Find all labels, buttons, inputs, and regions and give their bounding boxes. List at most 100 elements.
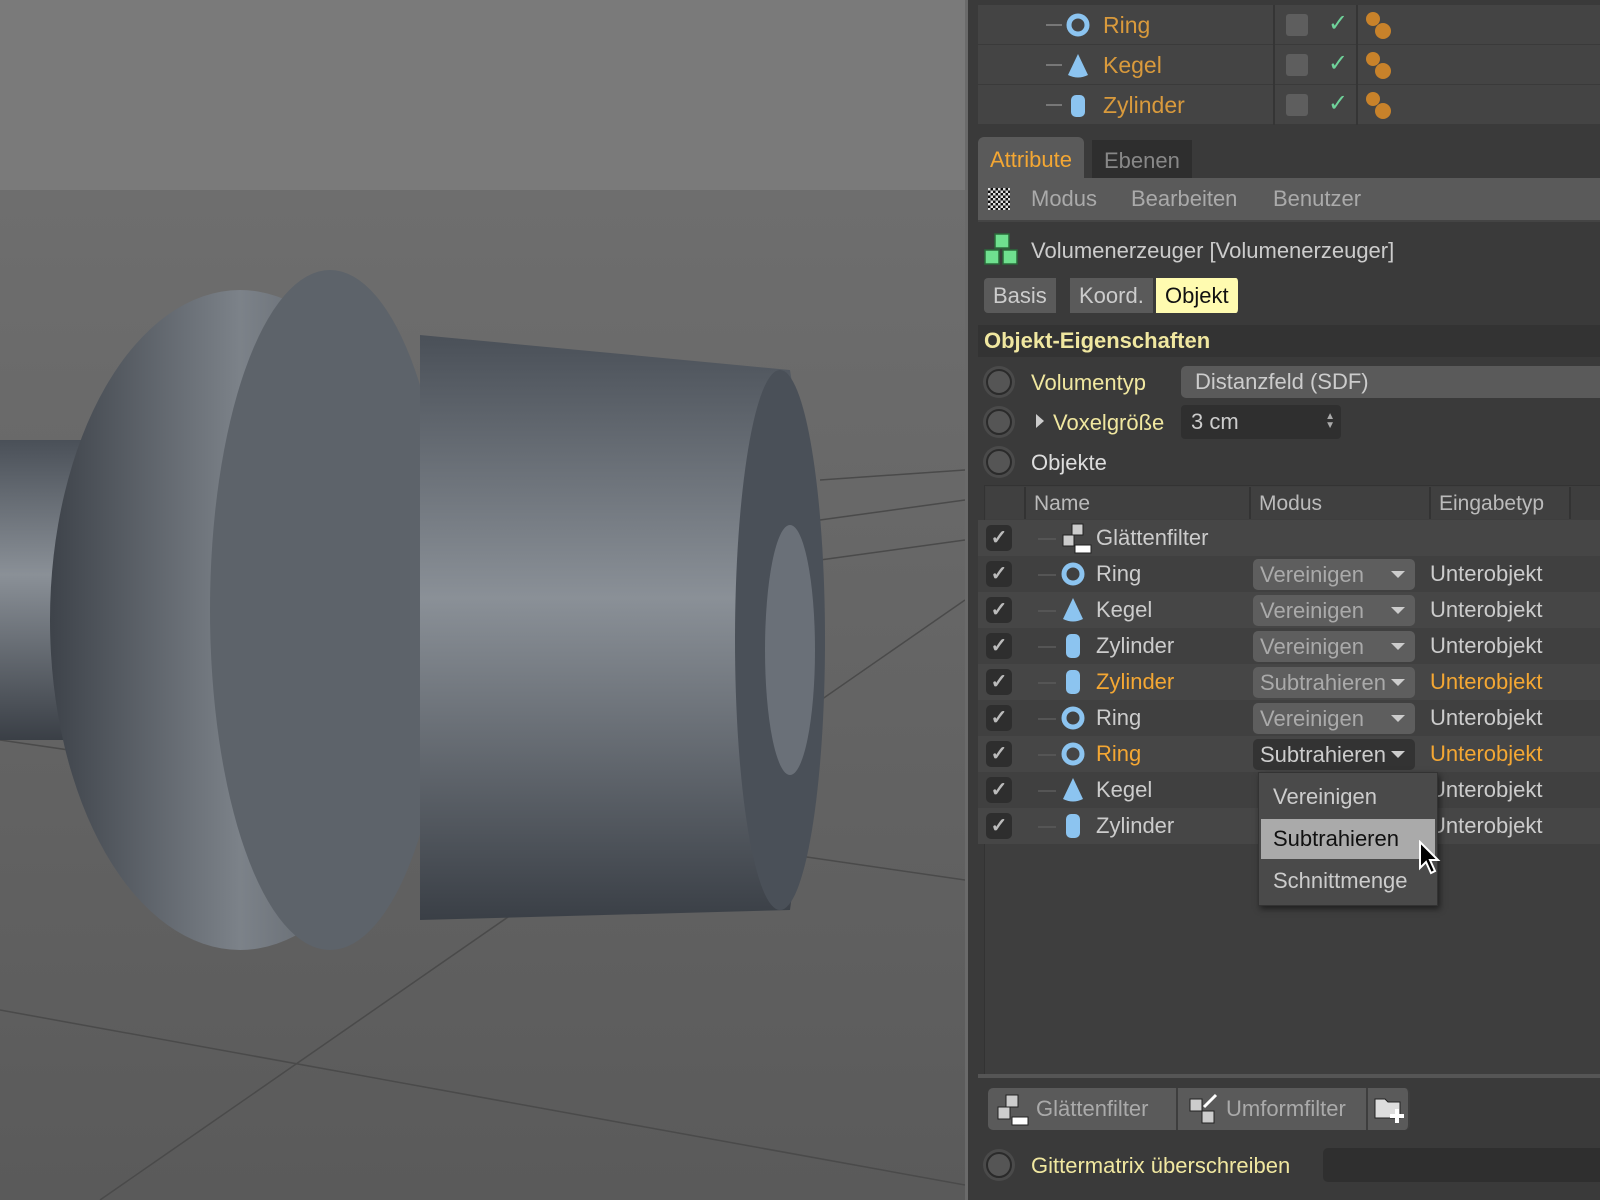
voxel-label: Voxelgröße: [1053, 410, 1165, 435]
input-type: Unterobjekt: [1430, 777, 1543, 802]
input-type: Unterobjekt: [1430, 669, 1543, 694]
modus-dropdown[interactable]: Subtrahieren: [1253, 739, 1415, 770]
object-row-zylinder[interactable]: Zylinder ✓: [978, 85, 1600, 125]
list-row[interactable]: ✓ Ring Vereinigen Unterobjekt: [978, 556, 1600, 592]
add-folder-button[interactable]: [1368, 1088, 1410, 1130]
add-smooth-filter-button[interactable]: Glättenfilter: [988, 1088, 1178, 1130]
3d-viewport[interactable]: [0, 0, 965, 1200]
dropdown-option-schnittmenge[interactable]: Schnittmenge: [1261, 861, 1435, 901]
list-row[interactable]: ✓ Zylinder Subtrahieren Unterobjekt: [978, 664, 1600, 700]
voxel-input[interactable]: 3 cm ▲ ▼: [1181, 405, 1341, 439]
visibility-toggle[interactable]: [1286, 94, 1308, 116]
modus-dropdown[interactable]: Vereinigen: [1253, 595, 1415, 626]
enabled-checkbox[interactable]: ✓: [986, 705, 1012, 731]
object-row-kegel[interactable]: Kegel ✓: [978, 45, 1600, 85]
subtab-koord[interactable]: Koord.: [1070, 278, 1155, 313]
animate-radio[interactable]: [986, 369, 1012, 395]
material-tag-icon[interactable]: [1363, 9, 1393, 43]
right-panel: Ring ✓ Kegel ✓ Zylinder ✓ Attribute Eben…: [965, 0, 1600, 1200]
input-type: Unterobjekt: [1430, 633, 1543, 658]
section-header: Objekt-Eigenschaften: [978, 325, 1600, 357]
objekte-label: Objekte: [1031, 450, 1107, 475]
list-item-name: Zylinder: [1096, 633, 1175, 658]
list-item-name: Zylinder: [1096, 669, 1175, 694]
tree-line: [1038, 610, 1056, 612]
deform-filter-icon: [1189, 1093, 1218, 1124]
material-tag-icon[interactable]: [1363, 89, 1393, 123]
list-row[interactable]: ✓ Kegel Vereinigen Unterobjekt: [978, 592, 1600, 628]
add-deform-filter-button[interactable]: Umformfilter: [1178, 1088, 1368, 1130]
modus-value: Vereinigen: [1260, 562, 1364, 587]
chevron-down-icon: [1391, 679, 1405, 686]
grip-icon[interactable]: [988, 188, 1010, 210]
gittermatrix-link-field[interactable]: [1323, 1148, 1600, 1182]
modus-dropdown[interactable]: Vereinigen: [1253, 703, 1415, 734]
volumentyp-select[interactable]: Distanzfeld (SDF): [1181, 366, 1600, 398]
material-tag-icon[interactable]: [1363, 49, 1393, 83]
enabled-checkbox[interactable]: ✓: [986, 741, 1012, 767]
tab-ebenen[interactable]: Ebenen: [1092, 140, 1192, 178]
enabled-checkbox[interactable]: ✓: [986, 561, 1012, 587]
menu-bearbeiten[interactable]: Bearbeiten: [1131, 186, 1237, 212]
tab-attribute[interactable]: Attribute: [978, 137, 1084, 179]
enabled-check-icon[interactable]: ✓: [1328, 49, 1348, 78]
dropdown-option-vereinigen[interactable]: Vereinigen: [1261, 777, 1435, 817]
menu-modus[interactable]: Modus: [1031, 186, 1097, 212]
enabled-checkbox[interactable]: ✓: [986, 525, 1012, 551]
visibility-toggle[interactable]: [1286, 14, 1308, 36]
list-row[interactable]: ✓ Zylinder Vereinigen Unterobjekt: [978, 628, 1600, 664]
enabled-checkbox[interactable]: ✓: [986, 777, 1012, 803]
animate-radio[interactable]: [986, 409, 1012, 435]
subtab-objekt[interactable]: Objekt: [1156, 278, 1240, 313]
stepper-icon[interactable]: ▲ ▼: [1325, 412, 1335, 431]
cylinder-hole: [765, 525, 815, 775]
object-name: Kegel: [1103, 52, 1162, 78]
tree-line: [1038, 754, 1056, 756]
enabled-check-icon[interactable]: ✓: [1328, 89, 1348, 118]
list-row[interactable]: ✓ Glättenfilter: [978, 520, 1600, 556]
modus-dropdown[interactable]: Subtrahieren: [1253, 667, 1415, 698]
enabled-checkbox[interactable]: ✓: [986, 633, 1012, 659]
modus-value: Vereinigen: [1260, 706, 1364, 731]
volume-builder-icon: [984, 233, 1018, 265]
subtab-basis[interactable]: Basis: [984, 278, 1058, 313]
modus-dropdown[interactable]: Vereinigen: [1253, 559, 1415, 590]
tree-line: [1038, 682, 1056, 684]
ring-icon: [1066, 13, 1090, 37]
enabled-checkbox[interactable]: ✓: [986, 813, 1012, 839]
tree-line: [1038, 826, 1056, 828]
chevron-down-icon: [1391, 571, 1405, 578]
modus-value: Subtrahieren: [1260, 670, 1386, 695]
cylinder-icon: [1071, 95, 1085, 117]
list-row[interactable]: ✓ Ring Vereinigen Unterobjekt: [978, 700, 1600, 736]
menu-benutzer[interactable]: Benutzer: [1273, 186, 1361, 212]
animate-radio[interactable]: [986, 449, 1012, 475]
tree-line: [1038, 718, 1056, 720]
column-header-modus[interactable]: Modus: [1251, 487, 1431, 519]
cone-icon: [1060, 595, 1086, 631]
enabled-checkbox[interactable]: ✓: [986, 597, 1012, 623]
list-item-name: Kegel: [1096, 777, 1153, 802]
modus-dropdown-menu: Vereinigen Subtrahieren Schnittmenge: [1258, 772, 1438, 906]
object-row-ring[interactable]: Ring ✓: [978, 5, 1600, 45]
animate-radio[interactable]: [986, 1152, 1012, 1178]
column-header-eingabetyp[interactable]: Eingabetyp: [1431, 487, 1571, 519]
input-type: Unterobjekt: [1430, 813, 1543, 838]
column-header-name[interactable]: Name: [1026, 487, 1251, 519]
dropdown-option-subtrahieren[interactable]: Subtrahieren: [1261, 819, 1435, 859]
enabled-check-icon[interactable]: ✓: [1328, 9, 1348, 38]
list-item-name: Zylinder: [1096, 813, 1175, 838]
modus-dropdown[interactable]: Vereinigen: [1253, 631, 1415, 662]
enabled-checkbox[interactable]: ✓: [986, 669, 1012, 695]
expand-triangle-icon[interactable]: [1036, 414, 1044, 428]
splitter[interactable]: [978, 1074, 1600, 1078]
ring-icon: [1060, 703, 1086, 739]
cylinder-icon: [1060, 811, 1086, 847]
object-name: Zylinder: [1103, 92, 1185, 118]
modus-value: Subtrahieren: [1260, 742, 1386, 767]
modus-value: Vereinigen: [1260, 634, 1364, 659]
ring-inner: [210, 270, 450, 950]
visibility-toggle[interactable]: [1286, 54, 1308, 76]
list-row[interactable]: ✓ Ring Subtrahieren Unterobjekt: [978, 736, 1600, 772]
tree-line: [1038, 790, 1056, 792]
